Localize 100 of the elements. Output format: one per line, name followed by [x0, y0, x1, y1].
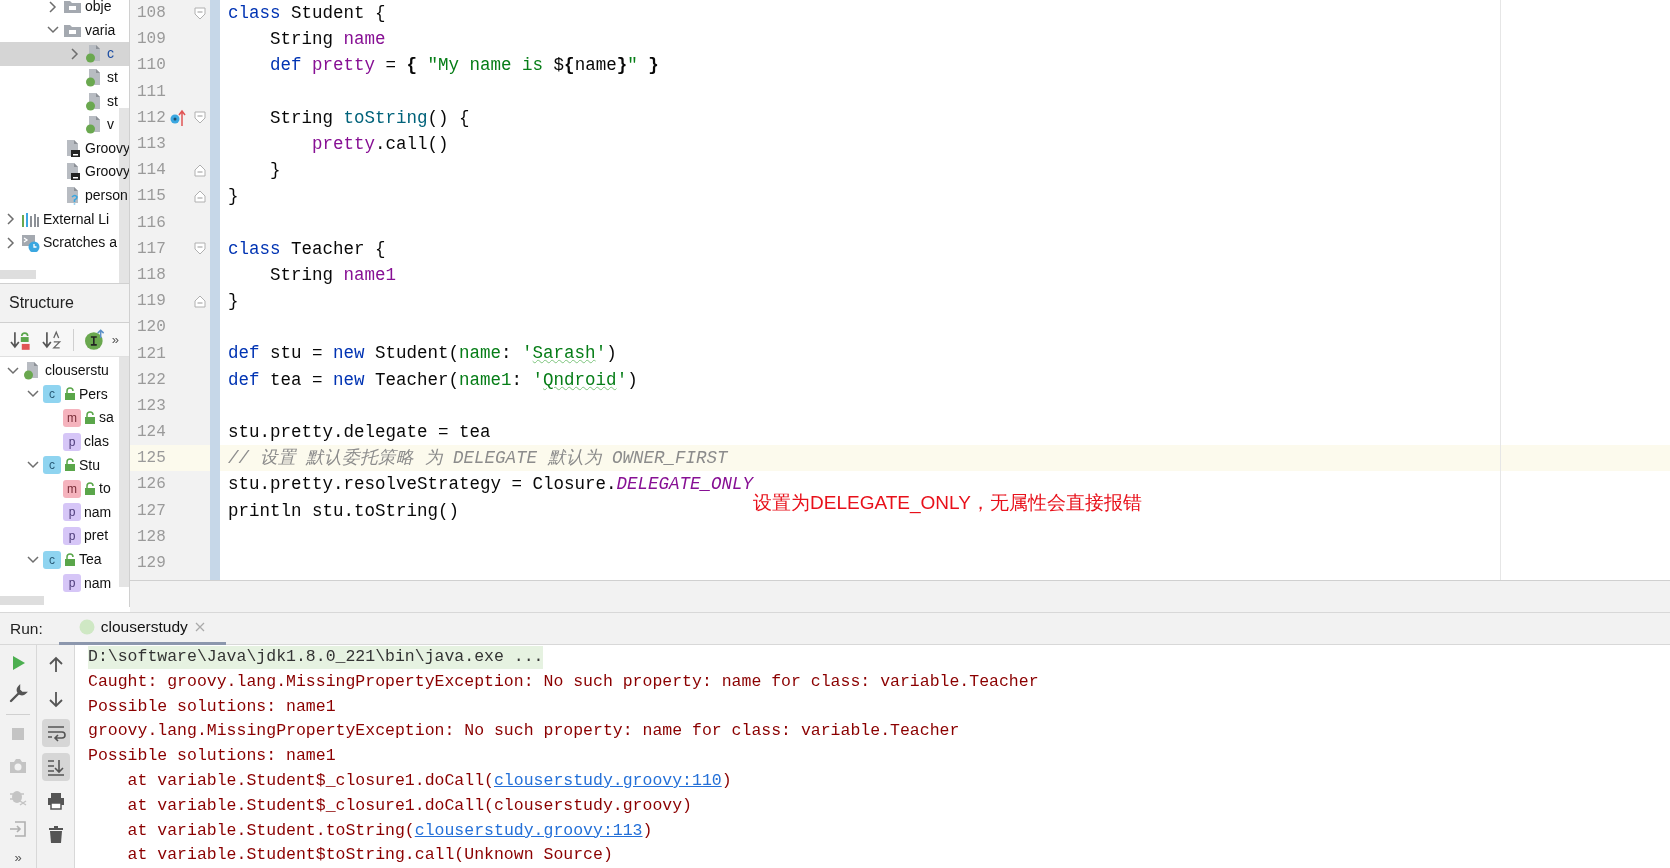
line-number: 114	[136, 160, 167, 182]
tree-item-label[interactable]: v	[107, 114, 114, 136]
tree-item-label[interactable]: varia	[85, 19, 116, 41]
soft-wrap-icon	[45, 723, 66, 743]
code-line: def tea = new Teacher(name1: 'Qndroid')	[228, 368, 638, 392]
console-text: )	[642, 819, 653, 842]
console-error-line: Possible solutions: name1	[88, 745, 336, 768]
file-link[interactable]: clouserstudy.groovy:110	[493, 769, 722, 794]
class-badge: c	[43, 456, 61, 475]
sort-by-visibility-icon	[10, 329, 32, 350]
line-number: 121	[136, 343, 167, 365]
code-line: String name1	[270, 263, 397, 287]
structure-item-label[interactable]: nam	[84, 501, 112, 523]
line-number: 128	[136, 526, 167, 548]
line-number: 126	[136, 474, 167, 496]
line-number: 115	[136, 186, 167, 208]
panel-title: Structure	[9, 293, 74, 313]
public-lock-icon	[64, 458, 76, 473]
property-badge: p	[63, 526, 81, 545]
line-number: 129	[136, 553, 167, 575]
line-number: 117	[136, 238, 167, 260]
code-line: stu.pretty.resolveStrategy = Closure.DELEGATE_ONLY	[228, 473, 754, 495]
structure-item-label[interactable]: clouserstu	[45, 360, 109, 382]
inherited-members-icon	[84, 328, 106, 351]
console-error-line: Caught: groovy.lang.MissingPropertyException: No such property: name for class: variable.Teacher	[88, 670, 1039, 693]
code-line: }	[228, 290, 239, 314]
method-badge: m	[63, 409, 81, 427]
console-text: )	[721, 770, 732, 792]
public-lock-icon	[64, 552, 76, 567]
line-number: 116	[136, 212, 167, 234]
tree-item-label[interactable]: c	[107, 43, 114, 65]
code-line: println stu.toString()	[228, 499, 460, 523]
line-number: 113	[136, 134, 167, 156]
printer-icon	[45, 791, 66, 811]
code-comment: // 设置 默认委托策略 为 DELEGATE 默认为 OWNER_FIRST	[228, 447, 728, 471]
tree-item-label[interactable]: person.	[85, 185, 129, 207]
method-badge: m	[63, 479, 81, 498]
public-lock-icon	[84, 411, 96, 425]
console-error-line: groovy.lang.MissingPropertyException: No such property: name for class: variable.Teacher	[88, 720, 960, 743]
code-line: String name	[270, 28, 386, 52]
structure-item-label[interactable]: pret	[84, 525, 109, 547]
code-line: class Teacher {	[228, 237, 386, 261]
exit-icon	[8, 818, 28, 839]
code-line: }	[228, 185, 239, 209]
file-link[interactable]: clouserstudy.groovy:113	[414, 818, 643, 844]
code-line: def stu = new Student(name: 'Sarash')	[228, 342, 617, 366]
tree-item-label[interactable]: st	[107, 67, 118, 89]
code-line: String toString() {	[270, 106, 470, 130]
tree-item-label[interactable]: st	[107, 90, 118, 112]
console-text: at variable.Student.toString(	[126, 819, 415, 842]
line-number: 112	[136, 107, 167, 129]
console-error-line: Possible solutions: name1	[88, 695, 336, 718]
tree-row-selected[interactable]: c	[0, 42, 129, 66]
line-number: 111	[136, 81, 167, 103]
scroll-to-end-button[interactable]	[41, 753, 70, 781]
class-badge: c	[43, 385, 61, 404]
line-number: 123	[136, 395, 167, 417]
property-badge: p	[63, 503, 81, 522]
code-line: stu.pretty.delegate = tea	[228, 420, 491, 444]
scrollbar[interactable]	[0, 596, 44, 605]
console-text: at variable.Student$_closure1.doCall(	[126, 770, 494, 792]
line-number: 122	[136, 369, 167, 391]
annotation-text: 设置为DELEGATE_ONLY，无属性会直接报错	[753, 491, 1142, 516]
scrollbar[interactable]	[0, 270, 36, 279]
line-number: 108	[136, 3, 167, 25]
code-line: }	[270, 159, 281, 183]
structure-item-label[interactable]: sa	[99, 407, 114, 429]
structure-item-label[interactable]: to	[99, 478, 111, 500]
console-error-line: at variable.Student$toString.call(Unknown Source)	[126, 844, 613, 867]
line-number: 120	[136, 317, 167, 339]
tree-item-label[interactable]: obje	[85, 0, 112, 18]
structure-item-label[interactable]: Tea	[79, 549, 102, 571]
line-number: 119	[136, 291, 167, 313]
line-number: 109	[136, 29, 167, 51]
scroll-to-end-icon	[45, 757, 66, 777]
line-number: 118	[136, 264, 167, 286]
structure-item-label[interactable]: Stu	[79, 454, 100, 476]
scrollbar[interactable]	[119, 357, 129, 587]
property-badge: p	[63, 432, 81, 451]
line-number: 127	[136, 500, 167, 522]
property-badge: p	[63, 574, 81, 593]
console-error-line: at variable.Student$_closure1.doCall(clouserstudy.groovy)	[126, 794, 692, 817]
structure-item-label[interactable]: nam	[84, 572, 112, 594]
line-number: 125	[136, 448, 167, 470]
structure-item-label[interactable]: Pers	[79, 383, 108, 405]
public-lock-icon	[84, 481, 96, 496]
sort-alphabetically-icon	[41, 329, 64, 350]
more-tools-button[interactable]: »	[111, 329, 119, 350]
structure-item-label[interactable]: clas	[84, 431, 109, 453]
code-line: class Student {	[228, 1, 386, 25]
more-tools-button[interactable]: »	[14, 848, 22, 868]
class-badge: c	[43, 550, 61, 569]
tree-item-label[interactable]: External Li	[43, 208, 110, 230]
code-line: def pretty = { "My name is ${name}" }	[270, 54, 659, 78]
scratches-icon	[21, 233, 40, 253]
tree-item-label[interactable]: Scratches a	[43, 232, 117, 254]
soft-wrap-button[interactable]	[41, 719, 70, 747]
line-number: 110	[136, 55, 167, 77]
public-lock-icon	[64, 387, 76, 402]
code-line: pretty.call()	[312, 132, 449, 156]
